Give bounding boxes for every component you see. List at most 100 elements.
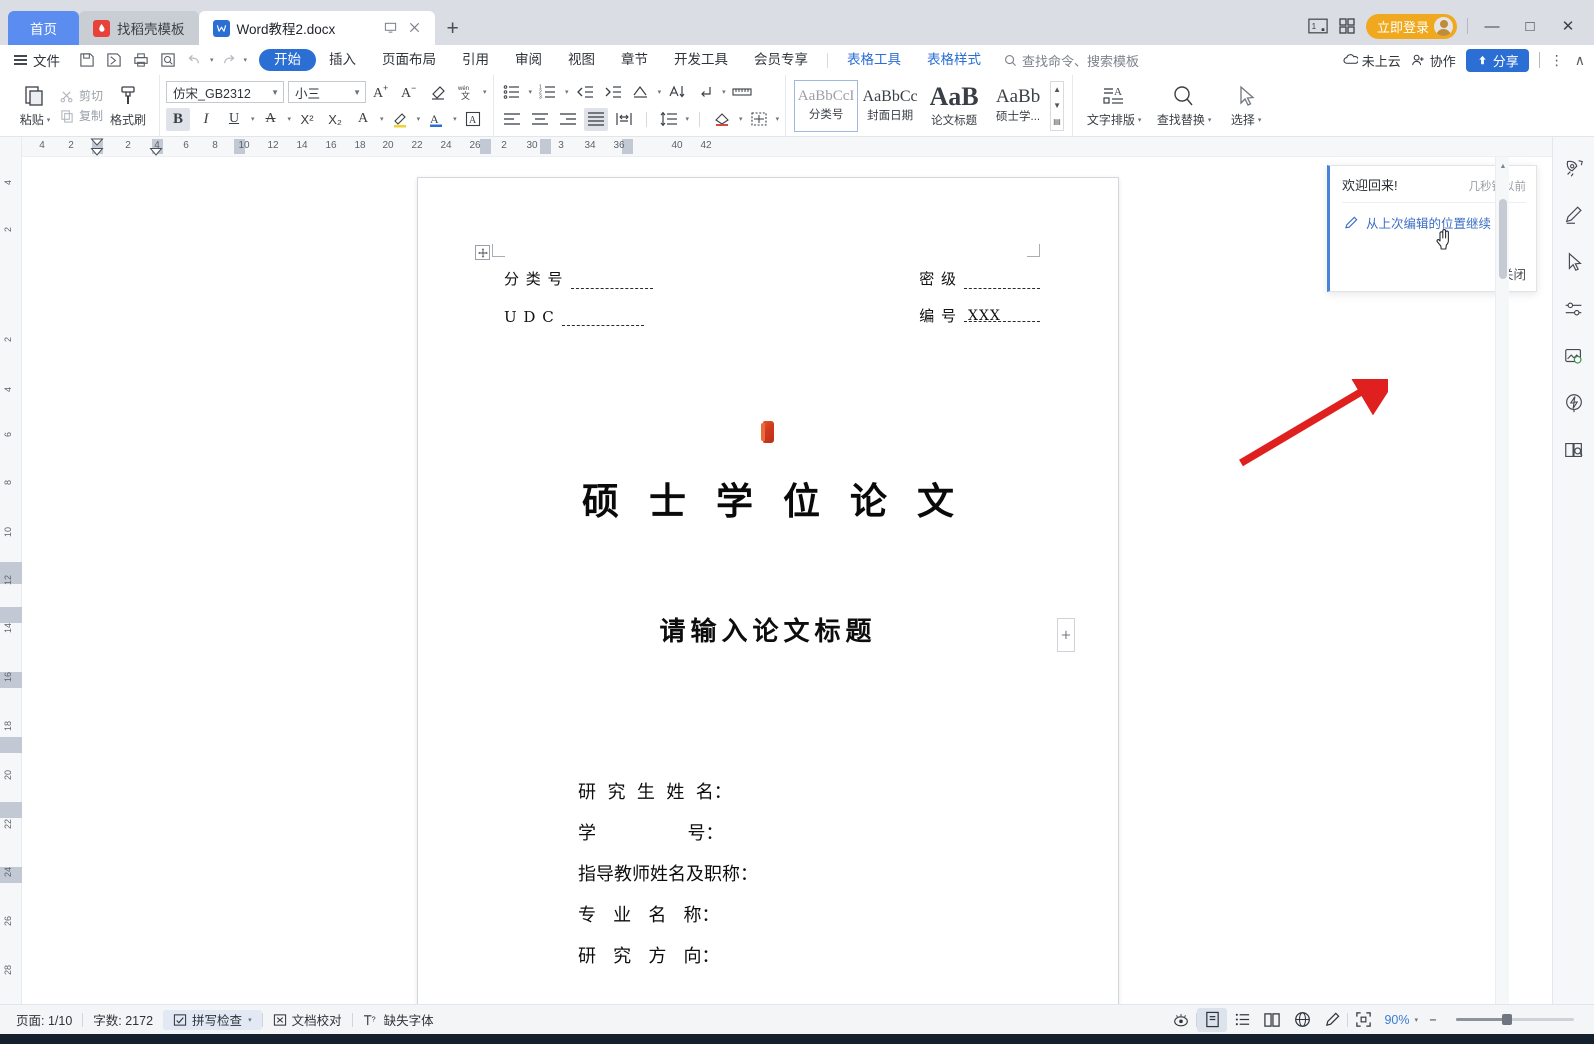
chevron-down-icon[interactable]: ▾ bbox=[1208, 116, 1212, 124]
format-painter-button[interactable]: 格式刷 bbox=[103, 83, 153, 128]
pinyin-guide-button[interactable]: wén文 bbox=[454, 81, 478, 104]
highlight-color-button[interactable] bbox=[388, 108, 412, 131]
spellcheck-button[interactable]: 拼写检查 ▾ bbox=[163, 1010, 262, 1030]
style-item-category-number[interactable]: AaBbCcI 分类号 bbox=[794, 80, 858, 132]
horizontal-ruler[interactable]: 4 2 2 4 6 8 10 12 14 16 18 20 22 24 26 2… bbox=[22, 137, 1552, 157]
missing-font-button[interactable]: ? 缺失字体 bbox=[353, 1010, 444, 1029]
paste-button[interactable]: 粘贴 ▾ bbox=[10, 83, 60, 128]
increase-indent-button[interactable] bbox=[601, 81, 625, 104]
chevron-down-icon[interactable]: ▾ bbox=[380, 115, 384, 123]
page-view-icon[interactable] bbox=[1197, 1008, 1227, 1032]
field-major[interactable]: 专 业 名 称： bbox=[578, 901, 758, 927]
italic-button[interactable]: I bbox=[194, 108, 218, 131]
chevron-down-icon[interactable]: ▾ bbox=[1138, 116, 1142, 124]
tab-docer-templates[interactable]: 找稻壳模板 bbox=[79, 11, 199, 45]
chevron-down-icon[interactable]: ▾ bbox=[739, 115, 743, 123]
menu-tab-references[interactable]: 引用 bbox=[449, 49, 502, 71]
numbered-list-button[interactable]: 123 bbox=[536, 81, 560, 104]
udc-field[interactable]: U D C bbox=[504, 308, 644, 326]
align-left-button[interactable] bbox=[500, 108, 524, 131]
tab-restore-icon[interactable] bbox=[384, 21, 397, 36]
style-item-cover-date[interactable]: AaBbCc 封面日期 bbox=[858, 80, 922, 132]
justify-button[interactable] bbox=[584, 108, 608, 131]
tab-home[interactable]: 首页 bbox=[8, 11, 79, 45]
sliders-icon[interactable] bbox=[1561, 296, 1587, 322]
copy-button[interactable]: 复制 bbox=[60, 107, 103, 124]
shading-button[interactable] bbox=[710, 108, 734, 131]
secrecy-level-field[interactable]: 密 级 bbox=[919, 268, 1040, 289]
page-indicator[interactable]: 页面: 1/10 bbox=[12, 1010, 82, 1029]
word-count[interactable]: 字数: 2172 bbox=[83, 1010, 163, 1029]
save-icon[interactable] bbox=[74, 48, 99, 72]
subscript-button[interactable]: X₂ bbox=[323, 108, 347, 131]
print-preview-icon[interactable] bbox=[155, 48, 180, 72]
customize-qat-caret[interactable]: ▾ bbox=[244, 56, 248, 64]
clear-formatting-button[interactable] bbox=[426, 81, 450, 104]
cut-button[interactable]: 剪切 bbox=[60, 87, 103, 104]
chevron-down-icon[interactable]: ▾ bbox=[453, 115, 457, 123]
tab-close-icon[interactable] bbox=[408, 21, 421, 36]
eye-icon[interactable] bbox=[1166, 1008, 1196, 1032]
font-size-select[interactable]: 小三 ▼ bbox=[288, 81, 366, 103]
collapse-ribbon-icon[interactable]: ∧ bbox=[1575, 52, 1586, 69]
undo-dropdown-caret[interactable]: ▾ bbox=[210, 56, 214, 64]
text-effects-button[interactable]: A bbox=[351, 108, 375, 131]
zoom-slider-knob[interactable] bbox=[1502, 1014, 1512, 1025]
styles-gallery-scroller[interactable]: ▲▼▤ bbox=[1050, 81, 1064, 131]
find-replace-button[interactable]: 查找替换 ▾ bbox=[1149, 83, 1219, 128]
show-formatting-marks-button[interactable] bbox=[693, 81, 717, 104]
sort-az-button[interactable] bbox=[665, 81, 689, 104]
style-item-thesis-title[interactable]: AaB 论文标题 bbox=[922, 80, 986, 132]
menu-tab-start[interactable]: 开始 bbox=[259, 49, 316, 71]
lightning-icon[interactable] bbox=[1561, 390, 1587, 416]
redo-icon[interactable] bbox=[216, 48, 241, 72]
style-item-master-degree[interactable]: AaBb 硕士学... bbox=[986, 80, 1050, 132]
field-student-name[interactable]: 研 究 生 姓 名： bbox=[578, 778, 758, 804]
chevron-down-icon[interactable]: ▾ bbox=[417, 115, 421, 123]
login-button[interactable]: 立即登录 bbox=[1366, 14, 1457, 39]
chevron-down-icon[interactable]: ▾ bbox=[483, 88, 487, 96]
serial-number-field[interactable]: 编 号 XXX bbox=[919, 305, 1040, 326]
web-view-icon[interactable] bbox=[1287, 1008, 1317, 1032]
select-button[interactable]: 选择 ▾ bbox=[1219, 83, 1273, 128]
more-options-icon[interactable]: ⋮ bbox=[1550, 52, 1565, 69]
grow-font-button[interactable]: A+ bbox=[370, 81, 394, 104]
maximize-button[interactable]: □ bbox=[1516, 13, 1544, 39]
field-supervisor[interactable]: 指导教师姓名及职称： bbox=[578, 860, 758, 886]
chevron-down-icon[interactable]: ▾ bbox=[658, 88, 662, 96]
zoom-out-button[interactable]: − bbox=[1418, 1008, 1448, 1032]
vertical-ruler[interactable]: 4 2 2 4 6 8 10 12 14 16 18 20 22 24 26 2… bbox=[0, 137, 22, 1004]
font-family-select[interactable]: 仿宋_GB2312 ▼ bbox=[166, 81, 284, 103]
proofread-button[interactable]: 文档校对 bbox=[263, 1010, 352, 1029]
bullet-list-button[interactable] bbox=[500, 81, 524, 104]
decrease-indent-button[interactable] bbox=[573, 81, 597, 104]
menu-tab-review[interactable]: 审阅 bbox=[502, 49, 555, 71]
menu-tab-view[interactable]: 视图 bbox=[555, 49, 608, 71]
menu-tab-table-tools[interactable]: 表格工具 bbox=[834, 49, 914, 71]
grid-apps-icon[interactable] bbox=[1338, 17, 1356, 35]
menu-tab-section[interactable]: 章节 bbox=[608, 49, 661, 71]
add-content-control-button[interactable]: + bbox=[1057, 618, 1075, 652]
reading-view-icon[interactable] bbox=[1257, 1008, 1287, 1032]
chevron-down-icon[interactable]: ▾ bbox=[776, 115, 780, 123]
distribute-button[interactable] bbox=[612, 108, 636, 131]
cloud-status-button[interactable]: 未上云 bbox=[1343, 51, 1401, 70]
chevron-down-icon[interactable]: ▾ bbox=[565, 88, 569, 96]
table-move-handle[interactable] bbox=[475, 245, 490, 260]
tab-document[interactable]: Word教程2.docx bbox=[199, 11, 435, 45]
edit-view-icon[interactable] bbox=[1317, 1008, 1347, 1032]
book-search-icon[interactable] bbox=[1561, 437, 1587, 463]
collaborate-button[interactable]: 协作 bbox=[1411, 51, 1456, 70]
menu-tab-developer[interactable]: 开发工具 bbox=[661, 49, 741, 71]
field-research-direction[interactable]: 研 究 方 向： bbox=[578, 942, 758, 968]
document-page[interactable]: 分 类 号 密 级 U D C bbox=[417, 177, 1119, 1004]
new-tab-button[interactable]: + bbox=[447, 17, 459, 41]
menu-tab-insert[interactable]: 插入 bbox=[316, 49, 369, 71]
outline-view-icon[interactable] bbox=[1227, 1008, 1257, 1032]
font-color-button[interactable]: A bbox=[424, 108, 448, 131]
chevron-down-icon[interactable]: ▾ bbox=[248, 1016, 252, 1024]
chevron-down-icon[interactable]: ▾ bbox=[288, 115, 292, 123]
fit-page-icon[interactable] bbox=[1348, 1008, 1378, 1032]
file-menu-button[interactable]: 文件 bbox=[10, 50, 68, 70]
chevron-down-icon[interactable]: ▾ bbox=[722, 88, 726, 96]
